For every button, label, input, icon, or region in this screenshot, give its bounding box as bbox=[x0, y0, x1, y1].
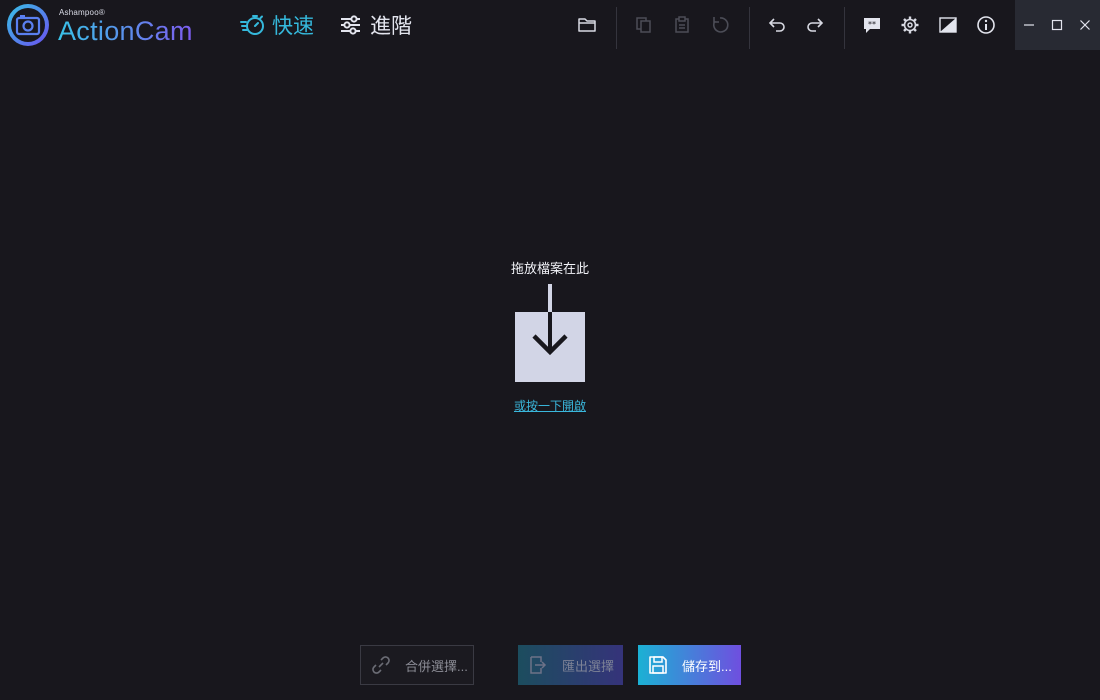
minimize-button[interactable] bbox=[1015, 0, 1043, 50]
stopwatch-icon bbox=[240, 15, 264, 35]
app-logo: Ashampoo® ActionCam bbox=[6, 3, 198, 47]
info-button[interactable] bbox=[970, 9, 1002, 41]
window-controls bbox=[1015, 0, 1100, 50]
toolbar-separator bbox=[844, 7, 845, 49]
merge-selection-label: 合併選擇... bbox=[405, 658, 468, 674]
svg-text:**: ** bbox=[868, 20, 876, 29]
reset-button[interactable] bbox=[704, 9, 736, 41]
settings-icon bbox=[901, 16, 919, 34]
open-folder-button[interactable] bbox=[571, 9, 603, 41]
drop-files-label: 拖放檔案在此 bbox=[510, 261, 589, 276]
download-arrow-icon bbox=[515, 284, 585, 382]
title-bar: Ashampoo® ActionCam 快速 進階 ** bbox=[0, 0, 1100, 50]
tab-advanced[interactable]: 進階 bbox=[338, 8, 412, 42]
open-file-link[interactable]: 或按一下開啟 bbox=[514, 399, 586, 413]
copy-icon bbox=[636, 17, 651, 33]
link-icon bbox=[370, 654, 392, 676]
feedback-button[interactable]: ** bbox=[856, 9, 888, 41]
tab-quick[interactable]: 快速 bbox=[240, 8, 314, 42]
paste-icon bbox=[675, 16, 689, 33]
redo-button[interactable] bbox=[799, 9, 831, 41]
close-icon bbox=[1080, 20, 1090, 30]
save-to-label: 儲存到... bbox=[682, 658, 732, 674]
copy-button[interactable] bbox=[628, 9, 660, 41]
folder-icon bbox=[578, 18, 596, 32]
undo-button[interactable] bbox=[761, 9, 793, 41]
minimize-icon bbox=[1024, 24, 1034, 26]
settings-button[interactable] bbox=[894, 9, 926, 41]
brand-name: ActionCam bbox=[58, 16, 193, 46]
redo-icon bbox=[807, 18, 824, 32]
drop-zone[interactable] bbox=[515, 284, 585, 382]
app-window: Ashampoo® ActionCam 快速 進階 ** 拖放檔案在此 或按一下… bbox=[0, 0, 1100, 700]
feedback-icon: ** bbox=[864, 18, 880, 33]
toolbar-separator bbox=[616, 7, 617, 49]
tab-advanced-label: 進階 bbox=[370, 15, 412, 38]
save-icon bbox=[647, 654, 669, 676]
export-icon bbox=[527, 654, 549, 676]
open-file-link-row: 或按一下開啟 bbox=[0, 397, 1100, 414]
undo-icon bbox=[768, 18, 785, 32]
display-button[interactable] bbox=[932, 9, 964, 41]
display-icon bbox=[939, 17, 957, 33]
maximize-button[interactable] bbox=[1043, 0, 1071, 50]
paste-button[interactable] bbox=[666, 9, 698, 41]
reset-icon bbox=[712, 17, 729, 33]
maximize-icon bbox=[1051, 19, 1063, 31]
save-to-button[interactable]: 儲存到... bbox=[638, 645, 741, 685]
merge-selection-button[interactable]: 合併選擇... bbox=[360, 645, 474, 685]
toolbar-separator bbox=[749, 7, 750, 49]
export-selection-button[interactable]: 匯出選擇 bbox=[518, 645, 623, 685]
close-button[interactable] bbox=[1071, 0, 1099, 50]
sliders-icon bbox=[341, 15, 360, 35]
export-selection-label: 匯出選擇 bbox=[562, 658, 615, 674]
info-icon bbox=[977, 16, 995, 34]
tab-quick-label: 快速 bbox=[272, 15, 314, 38]
actioncam-logo-icon bbox=[7, 4, 49, 46]
